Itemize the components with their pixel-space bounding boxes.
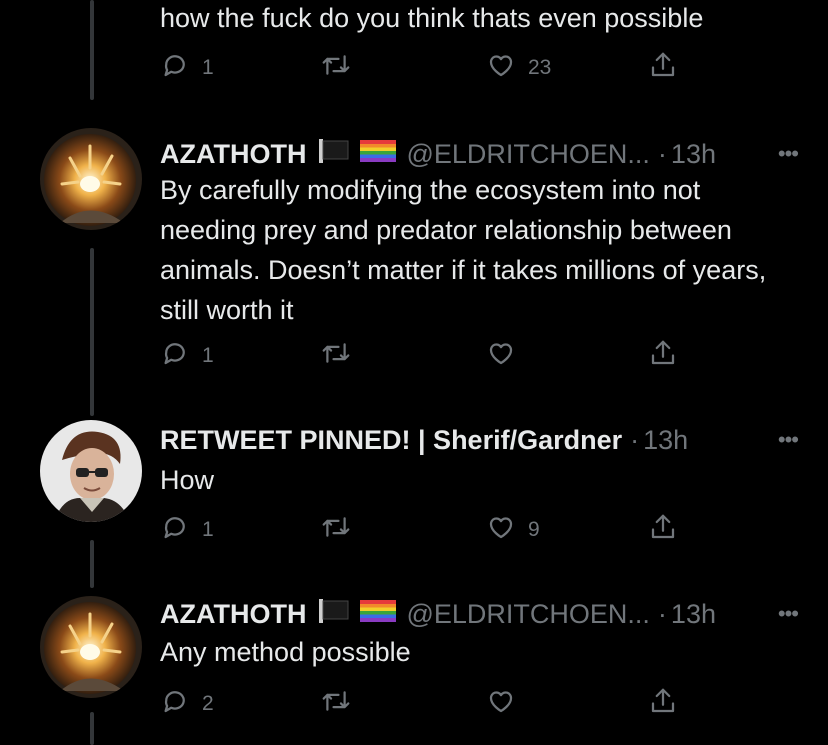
share-button[interactable]: [648, 512, 678, 548]
tweet-header: AZATHOTH @ELDRITCHOEN... · 13h •••: [160, 596, 799, 632]
user-handle[interactable]: @ELDRITCHOEN...: [406, 139, 649, 170]
retweet-button[interactable]: [320, 686, 364, 722]
display-name[interactable]: AZATHOTH: [160, 599, 306, 630]
retweet-button[interactable]: [320, 50, 364, 86]
retweet-icon: [320, 512, 352, 548]
flag-emojis: [318, 598, 397, 631]
heart-icon: [486, 686, 516, 722]
avatar[interactable]: [40, 596, 142, 698]
more-icon[interactable]: •••: [778, 136, 799, 172]
separator-dot: ·: [657, 598, 667, 629]
display-name[interactable]: RETWEET PINNED! | Sherif/Gardner: [160, 425, 622, 456]
more-icon[interactable]: •••: [778, 422, 799, 458]
reply-button[interactable]: 1: [160, 512, 214, 548]
separator-dot: ·: [657, 138, 667, 169]
tweet[interactable]: RETWEET PINNED! | Sherif/Gardner · 13h •…: [0, 420, 828, 560]
retweet-icon: [320, 686, 352, 722]
reply-button[interactable]: 1: [160, 50, 214, 86]
reply-icon: [160, 338, 190, 374]
black-flag-icon: [318, 598, 350, 631]
separator-dot: ·: [630, 424, 640, 455]
tweet-text: How: [160, 465, 215, 495]
tweet[interactable]: AZATHOTH @ELDRITCHOEN... · 13h ••• Any m…: [0, 596, 828, 736]
tweet-actions: 1: [160, 338, 680, 374]
like-button[interactable]: 23: [486, 50, 551, 86]
timestamp[interactable]: 13h: [671, 599, 716, 630]
user-handle[interactable]: @ELDRITCHOEN...: [406, 599, 649, 630]
tweet-actions: 1 23: [160, 50, 680, 86]
reply-count: 1: [202, 518, 214, 541]
reply-icon: [160, 512, 190, 548]
share-icon: [648, 686, 678, 722]
rainbow-flag-icon: [360, 138, 397, 171]
timestamp[interactable]: 13h: [643, 425, 688, 456]
like-button[interactable]: 9: [486, 512, 540, 548]
tweet-top[interactable]: how the fuck do you think thats even pos…: [0, 0, 828, 100]
tweet-text: By carefully modifying the ecosystem int…: [160, 175, 767, 325]
retweet-icon: [320, 338, 352, 374]
avatar[interactable]: [40, 420, 142, 522]
reply-icon: [160, 50, 190, 86]
display-name[interactable]: AZATHOTH: [160, 139, 306, 170]
heart-icon: [486, 338, 516, 374]
reply-button[interactable]: 2: [160, 686, 214, 722]
share-icon: [648, 338, 678, 374]
share-button[interactable]: [648, 686, 678, 722]
reply-icon: [160, 686, 190, 722]
avatar[interactable]: [40, 128, 142, 230]
tweet[interactable]: AZATHOTH @ELDRITCHOEN... · 13h ••• By ca…: [0, 128, 828, 388]
heart-icon: [486, 512, 516, 548]
share-icon: [648, 50, 678, 86]
tweet-header: AZATHOTH @ELDRITCHOEN... · 13h •••: [160, 136, 799, 172]
like-count: 23: [528, 56, 552, 79]
like-button[interactable]: [486, 338, 528, 374]
tweet-text: how the fuck do you think thats even pos…: [160, 3, 704, 33]
more-icon[interactable]: •••: [778, 596, 799, 632]
reply-count: 1: [202, 56, 214, 79]
tweet-actions: 1 9: [160, 512, 680, 548]
reply-count: 1: [202, 344, 214, 367]
flag-emojis: [318, 138, 397, 171]
share-button[interactable]: [648, 338, 678, 374]
retweet-button[interactable]: [320, 512, 364, 548]
reply-button[interactable]: 1: [160, 338, 214, 374]
share-button[interactable]: [648, 50, 678, 86]
tweet-header: RETWEET PINNED! | Sherif/Gardner · 13h •…: [160, 422, 799, 458]
tweet-actions: 2: [160, 686, 680, 722]
rainbow-flag-icon: [360, 598, 397, 631]
retweet-button[interactable]: [320, 338, 364, 374]
retweet-icon: [320, 50, 352, 86]
share-icon: [648, 512, 678, 548]
timestamp[interactable]: 13h: [671, 139, 716, 170]
heart-icon: [486, 50, 516, 86]
reply-count: 2: [202, 692, 214, 715]
like-count: 9: [528, 518, 540, 541]
black-flag-icon: [318, 138, 350, 171]
like-button[interactable]: [486, 686, 528, 722]
tweet-text: Any method possible: [160, 637, 411, 667]
